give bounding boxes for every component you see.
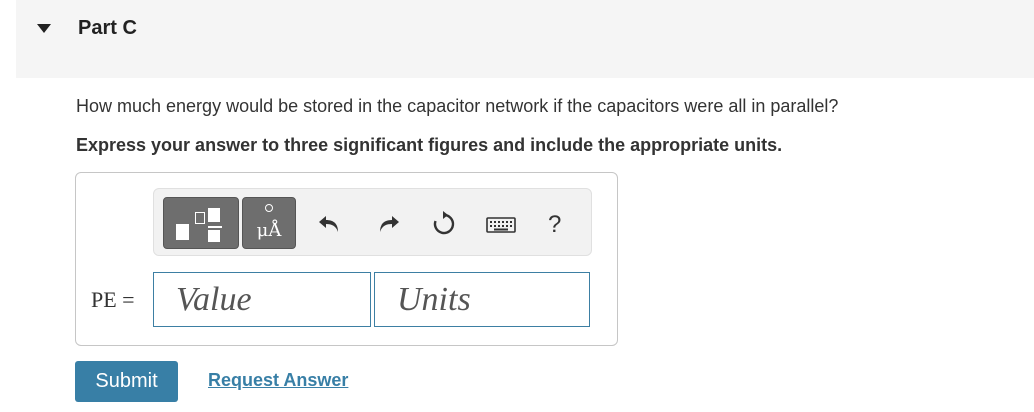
- units-input[interactable]: [374, 272, 590, 327]
- part-header[interactable]: [16, 0, 1034, 78]
- units-button[interactable]: μÅ: [242, 197, 296, 249]
- question-text: How much energy would be stored in the c…: [76, 96, 839, 116]
- keyboard-button[interactable]: [485, 210, 517, 238]
- redo-icon: [380, 216, 399, 232]
- undo-icon: [319, 216, 338, 232]
- collapse-caret-icon[interactable]: [37, 24, 51, 33]
- instruction-text: Express your answer to three significant…: [76, 135, 783, 155]
- redo-button[interactable]: [374, 210, 402, 238]
- help-button[interactable]: ?: [548, 211, 561, 239]
- undo-button[interactable]: [316, 210, 344, 238]
- keyboard-icon: [486, 217, 516, 233]
- answer-label: PE =: [91, 287, 135, 312]
- templates-button[interactable]: [163, 197, 239, 249]
- reset-button[interactable]: [430, 210, 458, 238]
- part-title: Part C: [78, 17, 137, 39]
- value-input[interactable]: [153, 272, 371, 327]
- submit-button[interactable]: Submit: [75, 361, 178, 402]
- reset-icon: [433, 211, 455, 235]
- request-answer-link[interactable]: Request Answer: [208, 370, 348, 391]
